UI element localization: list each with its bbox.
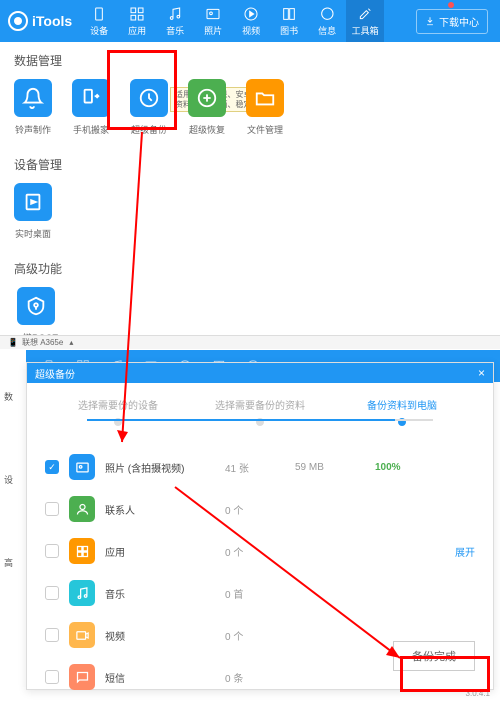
close-icon[interactable]: × — [478, 366, 485, 380]
checkbox-icon[interactable] — [45, 586, 59, 600]
expand-link[interactable]: 展开 — [455, 544, 475, 559]
top-nav: 设备 应用 音乐 照片 视频 图书 信息 工具箱 — [80, 0, 416, 42]
tile-file-mgmt[interactable]: 文件管理 — [246, 79, 284, 136]
section-title: 数据管理 — [14, 52, 486, 69]
video-icon — [69, 622, 95, 648]
tile-super-backup[interactable]: 超级备份 适用平台: 苹果、安卓资料备份: 全面、稳定、精准 — [130, 79, 168, 136]
tile-realtime-desktop[interactable]: 实时桌面 — [14, 183, 52, 240]
version-label: 3.0.4.1 — [466, 689, 490, 698]
backup-done-button[interactable]: 备份完成 — [393, 641, 475, 671]
nav-device[interactable]: 设备 — [80, 0, 118, 42]
checkbox-icon[interactable] — [45, 670, 59, 684]
nav-video[interactable]: 视频 — [232, 0, 270, 42]
notification-badge — [448, 2, 454, 8]
nav-music[interactable]: 音乐 — [156, 0, 194, 42]
nav-toolbox[interactable]: 工具箱 — [346, 0, 384, 42]
step-2: 选择需要备份的资料 — [189, 397, 331, 426]
app-name: iTools — [32, 13, 72, 29]
top-header: iTools 设备 应用 音乐 照片 视频 图书 信息 工具箱 下载中心 — [0, 0, 500, 42]
contacts-icon — [69, 496, 95, 522]
list-item-photos[interactable]: ✓ 照片 (含拍摄视频) 41 张 59 MB 100% — [41, 446, 479, 488]
step-3: 备份资料到电脑 — [331, 397, 473, 426]
nav-photos[interactable]: 照片 — [194, 0, 232, 42]
section-device-mgmt: 设备管理 实时桌面 — [0, 146, 500, 250]
sms-icon — [69, 664, 95, 690]
step-1: 选择需要份的设备 — [47, 397, 189, 426]
checkbox-icon[interactable] — [45, 502, 59, 516]
side-cut-labels: 数 设 高 — [0, 350, 26, 690]
section-data-mgmt: 数据管理 铃声制作 手机搬家 超级备份 适用平台: 苹果、安卓资料备份: 全面、… — [0, 42, 500, 146]
tile-ringtone[interactable]: 铃声制作 — [14, 79, 52, 136]
checkbox-icon[interactable] — [45, 628, 59, 642]
dialog-header: 超级备份 × — [27, 363, 493, 383]
section-title: 设备管理 — [14, 156, 486, 173]
list-item-contacts[interactable]: 联系人 0 个 — [41, 488, 479, 530]
photo-icon — [69, 454, 95, 480]
music-icon — [69, 580, 95, 606]
nav-info[interactable]: 信息 — [308, 0, 346, 42]
device-bar[interactable]: 📱 联想 A365e ▴ — [0, 335, 500, 349]
logo: iTools — [0, 11, 80, 31]
section-title: 高级功能 — [14, 260, 486, 277]
list-item-music[interactable]: 音乐 0 首 — [41, 572, 479, 614]
backup-dialog: 超级备份 × 选择需要份的设备 选择需要备份的资料 备份资料到电脑 ✓ 照片 (… — [26, 362, 494, 690]
download-center-button[interactable]: 下载中心 — [416, 9, 488, 34]
dialog-title: 超级备份 — [35, 366, 75, 381]
checkbox-icon[interactable] — [45, 544, 59, 558]
apps-icon — [69, 538, 95, 564]
tile-migrate[interactable]: 手机搬家 — [72, 79, 110, 136]
nav-books[interactable]: 图书 — [270, 0, 308, 42]
tile-super-restore[interactable]: 超级恢复 — [188, 79, 226, 136]
nav-apps[interactable]: 应用 — [118, 0, 156, 42]
list-item-apps[interactable]: 应用 0 个 展开 — [41, 530, 479, 572]
logo-icon — [8, 11, 28, 31]
stepper: 选择需要份的设备 选择需要备份的资料 备份资料到电脑 — [27, 383, 493, 436]
checkbox-icon[interactable]: ✓ — [45, 460, 59, 474]
